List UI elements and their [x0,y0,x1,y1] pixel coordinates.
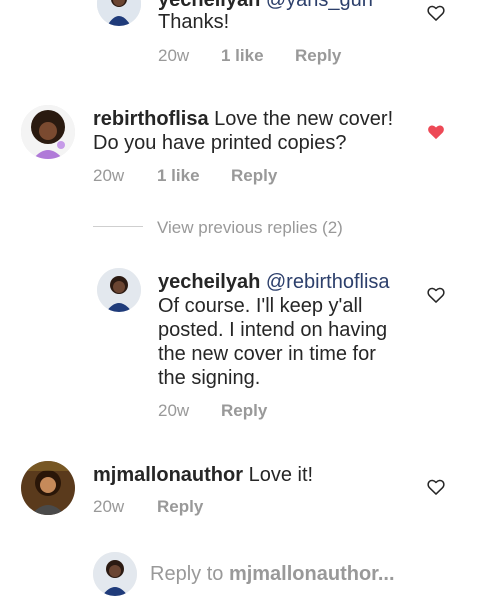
reply-button[interactable]: Reply [231,166,277,186]
comment-body: yecheilyah @rebirthoflisa [158,270,390,294]
comment-username[interactable]: yecheilyah [158,271,260,293]
comment-text-line: the new cover in time for [158,343,376,365]
comment-body: rebirthoflisa Love the new cover! [93,107,393,131]
reply-input[interactable]: Reply to mjmallonauthor... [150,563,395,586]
comment-time: 20w [158,401,190,420]
reply-input-username: mjmallonauthor... [228,563,395,585]
avatar [93,552,137,596]
comment-text: Love the new cover! [214,108,394,130]
comment-body: mjmallonauthor Love it! [93,463,313,487]
view-previous-replies[interactable]: View previous replies (2) [157,218,343,238]
comment-likes[interactable]: 1 like [221,46,264,66]
comment-text: Thanks! [158,11,230,33]
comment-mention[interactable]: @yahs_gurl [266,0,373,11]
heart-outline-icon[interactable] [426,285,446,305]
comment-username[interactable]: rebirthoflisa [93,108,209,130]
reply-button[interactable]: Reply [157,497,203,517]
comment-mention[interactable]: @rebirthoflisa [266,271,390,293]
avatar[interactable] [21,461,75,515]
heart-outline-icon[interactable] [426,3,446,23]
comment-text-line: Of course. I'll keep y'all [158,295,363,317]
comment-time: 20w [93,166,125,185]
comment-text-line: posted. I intend on having [158,319,388,341]
comment-time: 20w [158,46,190,65]
comment-likes[interactable]: 1 like [157,166,200,186]
heart-outline-icon[interactable] [426,477,446,497]
reply-button[interactable]: Reply [295,46,341,66]
comment-text-line: Do you have printed copies? [93,132,347,154]
avatar[interactable] [21,105,75,159]
avatar[interactable] [97,0,141,26]
comment-username[interactable]: mjmallonauthor [93,464,243,486]
reply-input-placeholder: Reply to [150,563,229,585]
comment-time: 20w [93,497,125,516]
heart-filled-icon[interactable] [426,122,446,142]
comment-text: Love it! [248,464,314,486]
reply-button[interactable]: Reply [221,401,267,421]
divider [93,226,143,227]
comment-text-line: the signing. [158,367,261,389]
avatar[interactable] [97,268,141,312]
